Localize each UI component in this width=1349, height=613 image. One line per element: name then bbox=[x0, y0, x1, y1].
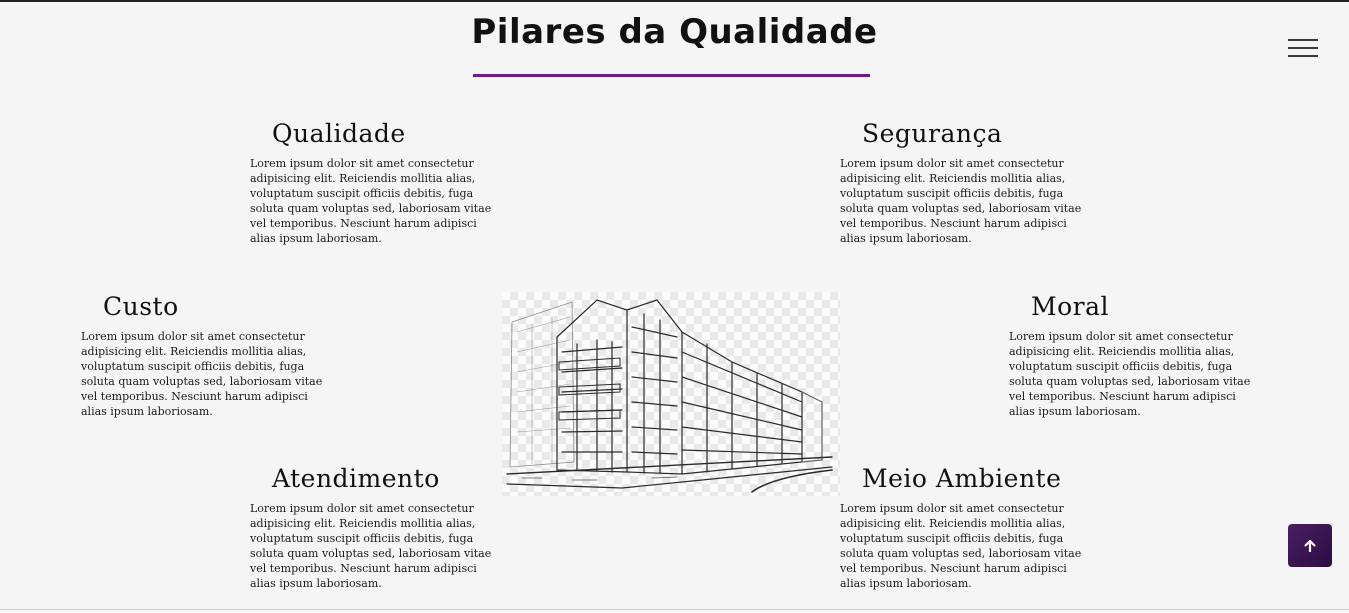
hamburger-line bbox=[1288, 47, 1318, 49]
top-border bbox=[0, 0, 1349, 2]
pillar-qualidade: Qualidade Lorem ipsum dolor sit amet con… bbox=[250, 119, 510, 246]
pillar-text: Lorem ipsum dolor sit amet consectetur a… bbox=[1009, 330, 1251, 418]
bottom-border bbox=[0, 609, 1349, 610]
pillar-text: Lorem ipsum dolor sit amet consectetur a… bbox=[840, 502, 1082, 590]
pillar-text: Lorem ipsum dolor sit amet consectetur a… bbox=[250, 502, 492, 590]
pillar-text: Lorem ipsum dolor sit amet consectetur a… bbox=[840, 157, 1082, 245]
pillar-meio-ambiente: Meio Ambiente Lorem ipsum dolor sit amet… bbox=[840, 464, 1100, 591]
hamburger-menu-button[interactable] bbox=[1286, 36, 1320, 60]
hamburger-line bbox=[1288, 55, 1318, 57]
pillar-seguranca: Segurança Lorem ipsum dolor sit amet con… bbox=[840, 119, 1100, 246]
title-underline bbox=[473, 74, 870, 77]
pillar-text: Lorem ipsum dolor sit amet consectetur a… bbox=[81, 330, 323, 418]
scroll-to-top-button[interactable] bbox=[1288, 524, 1332, 567]
pillar-title: Qualidade bbox=[272, 119, 406, 148]
building-sketch-image bbox=[502, 292, 840, 496]
building-sketch-icon bbox=[506, 299, 833, 493]
pillar-title: Segurança bbox=[862, 119, 1003, 148]
page-title: Pilares da Qualidade bbox=[471, 12, 878, 52]
arrow-up-icon bbox=[1304, 539, 1316, 552]
pillar-moral: Moral Lorem ipsum dolor sit amet consect… bbox=[1009, 292, 1269, 419]
pillar-text: Lorem ipsum dolor sit amet consectetur a… bbox=[250, 157, 492, 245]
pillar-title: Atendimento bbox=[272, 464, 440, 493]
pillar-title: Moral bbox=[1031, 292, 1110, 321]
pillar-custo: Custo Lorem ipsum dolor sit amet consect… bbox=[81, 292, 341, 419]
pillar-title: Meio Ambiente bbox=[862, 464, 1062, 493]
hamburger-menu-icon bbox=[1288, 39, 1318, 41]
pillar-title: Custo bbox=[103, 292, 179, 321]
pillar-atendimento: Atendimento Lorem ipsum dolor sit amet c… bbox=[250, 464, 510, 591]
